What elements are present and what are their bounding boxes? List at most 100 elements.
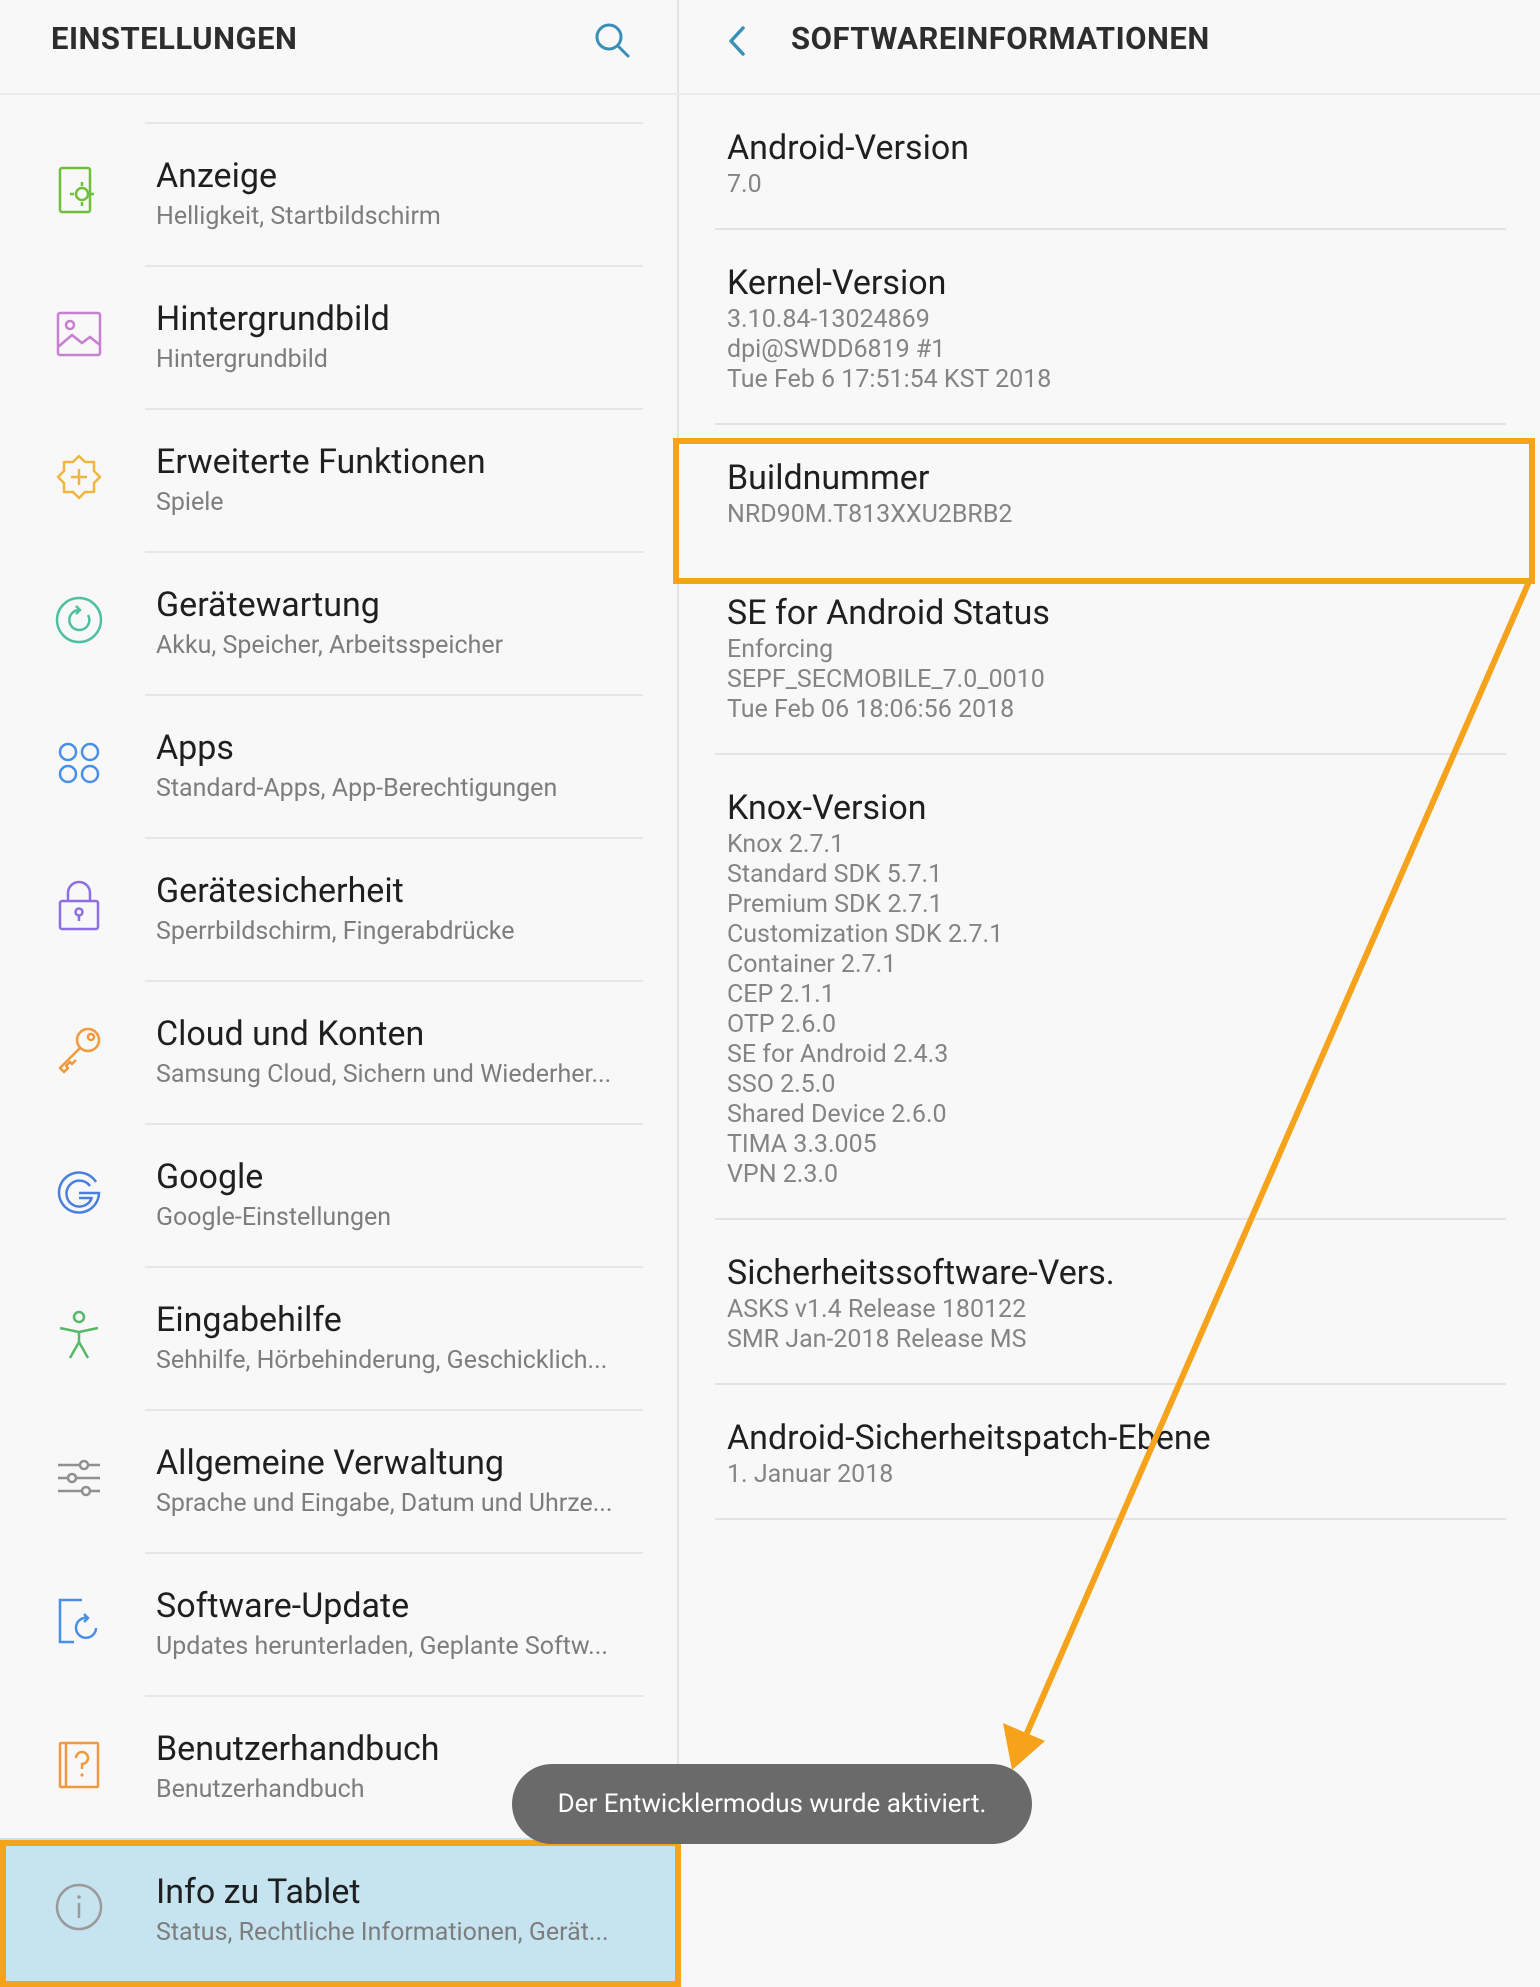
info-android-version[interactable]: Android-Version 7.0 bbox=[679, 95, 1540, 230]
info-value: OTP 2.6.0 bbox=[727, 1010, 837, 1039]
menu-item-title: Benutzerhandbuch bbox=[156, 1729, 440, 1769]
menu-item-subtitle: Sprache und Eingabe, Datum und Uhrze... bbox=[156, 1489, 613, 1518]
menu-item-general-management[interactable]: Allgemeine Verwaltung Sprache und Eingab… bbox=[0, 1409, 677, 1552]
chevron-left-icon[interactable] bbox=[713, 16, 763, 66]
menu-divider bbox=[145, 1266, 643, 1268]
info-label: Sicherheitssoftware-Vers. bbox=[727, 1253, 1115, 1293]
menu-item-accessibility[interactable]: Eingabehilfe Sehhilfe, Hörbehinderung, G… bbox=[0, 1266, 677, 1409]
info-value: SMR Jan-2018 Release MS bbox=[727, 1325, 1027, 1354]
menu-item-device-maintenance[interactable]: Gerätewartung Akku, Speicher, Arbeitsspe… bbox=[0, 551, 677, 694]
menu-item-title: Hintergrundbild bbox=[156, 299, 390, 339]
info-value: Tue Feb 06 18:06:56 2018 bbox=[727, 695, 1015, 724]
menu-item-subtitle: Updates herunterladen, Geplante Softw... bbox=[156, 1632, 608, 1661]
menu-divider bbox=[145, 1695, 643, 1697]
menu-divider bbox=[145, 1409, 643, 1411]
menu-item-wallpaper[interactable]: Hintergrundbild Hintergrundbild bbox=[0, 265, 677, 408]
info-value: SE for Android 2.4.3 bbox=[727, 1040, 949, 1069]
menu-item-subtitle: Sperrbildschirm, Fingerabdrücke bbox=[156, 917, 515, 946]
toast-text: Der Entwicklermodus wurde aktiviert. bbox=[557, 1789, 987, 1819]
menu-divider bbox=[145, 1552, 643, 1554]
menu-divider bbox=[145, 265, 643, 267]
info-value: Container 2.7.1 bbox=[727, 950, 897, 979]
menu-item-title: Eingabehilfe bbox=[156, 1300, 342, 1340]
menu-item-title: Anzeige bbox=[156, 156, 277, 196]
info-divider bbox=[715, 1518, 1506, 1520]
info-value: Enforcing bbox=[727, 635, 834, 664]
accessibility-icon bbox=[52, 1308, 106, 1362]
info-label: Knox-Version bbox=[727, 788, 927, 828]
menu-item-title: Software-Update bbox=[156, 1586, 410, 1626]
info-value: ASKS v1.4 Release 180122 bbox=[727, 1295, 1027, 1324]
google-icon bbox=[52, 1165, 106, 1219]
menu-item-subtitle: Samsung Cloud, Sichern und Wiederher... bbox=[156, 1060, 612, 1089]
search-icon[interactable] bbox=[588, 16, 638, 66]
wallpaper-icon bbox=[52, 307, 106, 361]
menu-item-subtitle: Akku, Speicher, Arbeitsspeicher bbox=[156, 631, 504, 660]
info-kernel-version[interactable]: Kernel-Version 3.10.84-13024869 dpi@SWDD… bbox=[679, 230, 1540, 425]
software-info-title: SOFTWAREINFORMATIONEN bbox=[791, 20, 1210, 57]
info-se-android-status[interactable]: SE for Android Status Enforcing SEPF_SEC… bbox=[679, 560, 1540, 755]
menu-item-google[interactable]: Google Google-Einstellungen bbox=[0, 1123, 677, 1266]
info-knox-version[interactable]: Knox-Version Knox 2.7.1 Standard SDK 5.7… bbox=[679, 755, 1540, 1220]
info-value: SSO 2.5.0 bbox=[727, 1070, 836, 1099]
developer-mode-toast: Der Entwicklermodus wurde aktiviert. bbox=[512, 1764, 1032, 1844]
menu-item-subtitle: Google-Einstellungen bbox=[156, 1203, 392, 1232]
key-icon bbox=[52, 1022, 106, 1076]
menu-item-title: Apps bbox=[156, 728, 234, 768]
menu-item-device-security[interactable]: Gerätesicherheit Sperrbildschirm, Finger… bbox=[0, 837, 677, 980]
settings-header: EINSTELLUNGEN bbox=[0, 0, 677, 94]
menu-divider bbox=[145, 408, 643, 410]
settings-title: EINSTELLUNGEN bbox=[51, 20, 298, 57]
info-security-software-version[interactable]: Sicherheitssoftware-Vers. ASKS v1.4 Rele… bbox=[679, 1220, 1540, 1385]
menu-item-subtitle: Helligkeit, Startbildschirm bbox=[156, 202, 441, 231]
menu-item-display[interactable]: Anzeige Helligkeit, Startbildschirm bbox=[0, 122, 677, 265]
sliders-icon bbox=[52, 1451, 106, 1505]
menu-item-title: Gerätesicherheit bbox=[156, 871, 404, 911]
info-label: SE for Android Status bbox=[727, 593, 1050, 633]
info-value: TIMA 3.3.005 bbox=[727, 1130, 877, 1159]
info-value: dpi@SWDD6819 #1 bbox=[727, 335, 946, 364]
menu-item-advanced-features[interactable]: Erweiterte Funktionen Spiele bbox=[0, 408, 677, 551]
menu-item-apps[interactable]: Apps Standard-Apps, App-Berechtigungen bbox=[0, 694, 677, 837]
menu-divider bbox=[145, 551, 643, 553]
menu-item-title: Cloud und Konten bbox=[156, 1014, 425, 1054]
lock-icon bbox=[52, 879, 106, 933]
info-value: Tue Feb 6 17:51:54 KST 2018 bbox=[727, 365, 1052, 394]
menu-item-title: Allgemeine Verwaltung bbox=[156, 1443, 504, 1483]
menu-item-subtitle: Benutzerhandbuch bbox=[156, 1775, 365, 1804]
info-value: Shared Device 2.6.0 bbox=[727, 1100, 947, 1129]
menu-item-subtitle: Standard-Apps, App-Berechtigungen bbox=[156, 774, 558, 803]
menu-item-software-update[interactable]: Software-Update Updates herunterladen, G… bbox=[0, 1552, 677, 1695]
info-value: Knox 2.7.1 bbox=[727, 830, 845, 859]
menu-item-title: Google bbox=[156, 1157, 264, 1197]
build-number-highlight bbox=[673, 438, 1535, 584]
info-value: 1. Januar 2018 bbox=[727, 1460, 894, 1489]
info-value: Customization SDK 2.7.1 bbox=[727, 920, 1004, 949]
info-label: Android-Version bbox=[727, 128, 970, 168]
info-value: Premium SDK 2.7.1 bbox=[727, 890, 943, 919]
info-value: CEP 2.1.1 bbox=[727, 980, 835, 1009]
info-value: 3.10.84-13024869 bbox=[727, 305, 930, 334]
software-info-header: SOFTWAREINFORMATIONEN bbox=[679, 0, 1540, 94]
software-info-list: Android-Version 7.0 Kernel-Version 3.10.… bbox=[679, 95, 1540, 1520]
info-label: Kernel-Version bbox=[727, 263, 947, 303]
info-value: SEPF_SECMOBILE_7.0_0010 bbox=[727, 665, 1045, 694]
info-security-patch-level[interactable]: Android-Sicherheitspatch-Ebene 1. Januar… bbox=[679, 1385, 1540, 1520]
menu-divider bbox=[145, 1123, 643, 1125]
settings-menu: Anzeige Helligkeit, Startbildschirm Hint… bbox=[0, 122, 677, 1981]
menu-item-cloud-accounts[interactable]: Cloud und Konten Samsung Cloud, Sichern … bbox=[0, 980, 677, 1123]
info-value: Standard SDK 5.7.1 bbox=[727, 860, 943, 889]
menu-item-subtitle: Hintergrundbild bbox=[156, 345, 328, 374]
menu-divider bbox=[145, 980, 643, 982]
apps-icon bbox=[52, 736, 106, 790]
advanced-features-icon bbox=[52, 450, 106, 504]
about-tablet-highlight bbox=[0, 1840, 681, 1987]
software-update-icon bbox=[52, 1594, 106, 1648]
display-icon bbox=[52, 164, 106, 218]
menu-divider bbox=[145, 837, 643, 839]
menu-divider bbox=[145, 122, 643, 124]
device-maintenance-icon bbox=[52, 593, 106, 647]
menu-item-subtitle: Spiele bbox=[156, 488, 224, 517]
manual-icon bbox=[52, 1737, 106, 1791]
info-value: 7.0 bbox=[727, 170, 762, 199]
